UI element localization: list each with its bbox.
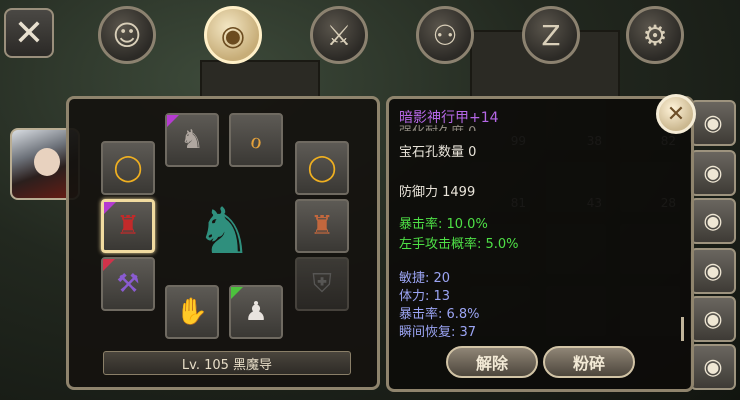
bag-icon: ◉ <box>703 160 723 186</box>
item-stat-cut: 强化耐久度 0 <box>399 121 476 131</box>
gear-icon: ⚙ <box>642 18 668 52</box>
helmet-icon: ♞ <box>180 125 204 155</box>
tab-party[interactable]: ⚇ <box>416 6 474 64</box>
item-stat-line: 宝石孔数量 0 <box>399 145 477 160</box>
item-tooltip: 暗影神行甲+14 强化耐久度 0 宝石孔数量 0防御力 1499暴击率: 10.… <box>386 96 694 392</box>
bag-icon: ◉ <box>703 208 723 234</box>
tab-scroll[interactable]: Z <box>522 6 580 64</box>
inventory-tab[interactable]: ◉ <box>690 100 736 146</box>
gloves-icon: ✋ <box>175 297 209 327</box>
bag-icon: ◉ <box>703 306 723 332</box>
bag-icon: ◉ <box>703 354 723 380</box>
item-stat-line: 左手攻击概率: 5.0% <box>399 237 519 252</box>
party-icon: ⚇ <box>432 18 458 52</box>
level-class-label: Lv. 105 黑魔导 <box>103 351 351 375</box>
item-stat-line: 暴击率: 10.0% <box>399 217 488 232</box>
unequip-button[interactable]: 解除 <box>446 346 538 378</box>
weapon-slot[interactable]: ⚒ <box>101 257 155 311</box>
tooltip-scrollbar[interactable] <box>681 317 684 341</box>
rarity-corner <box>103 259 115 271</box>
background-building <box>200 60 320 100</box>
cloak-icon: ♜ <box>310 211 334 241</box>
boots-slot[interactable]: ♟ <box>229 285 283 339</box>
ring-left-icon: ◯ <box>113 153 143 183</box>
tab-hero-head[interactable]: ☺ <box>98 6 156 64</box>
ring-left-slot[interactable]: ◯ <box>101 141 155 195</box>
shield-slot[interactable]: ⛨ <box>295 257 349 311</box>
rarity-corner <box>104 202 116 214</box>
rarity-corner <box>231 287 243 299</box>
item-stat-line: 防御力 1499 <box>399 185 476 200</box>
scroll-icon: Z <box>541 18 561 52</box>
hero-face <box>34 148 60 176</box>
sword-icon: ⚔ <box>326 18 352 52</box>
close-icon: ✕ <box>13 12 45 54</box>
bag-icon: ◉ <box>703 258 723 284</box>
equipment-panel: ◯ ♜ ⚒ ♞ ℴ ✋ ♟ ◯ ♜ ⛨ ♞ Lv. 105 黑魔导 <box>66 96 380 390</box>
helmet-slot[interactable]: ♞ <box>165 113 219 167</box>
inventory-tab[interactable]: ◉ <box>690 248 736 294</box>
item-stat-line: 暴击率: 6.8% <box>399 307 480 322</box>
bag-icon: ◉ <box>703 110 723 136</box>
smash-button[interactable]: 粉碎 <box>543 346 635 378</box>
necklace-icon: ℴ <box>249 125 262 155</box>
inventory-tab[interactable]: ◉ <box>690 150 736 196</box>
item-stat-line: 体力: 13 <box>399 289 451 304</box>
bag-icon: ◉ <box>220 18 246 52</box>
inventory-tab[interactable]: ◉ <box>690 198 736 244</box>
character-model: ♞ <box>195 195 253 269</box>
cloak-slot[interactable]: ♜ <box>295 199 349 253</box>
inventory-tab[interactable]: ◉ <box>690 344 736 390</box>
gloves-slot[interactable]: ✋ <box>165 285 219 339</box>
armor-slot[interactable]: ♜ <box>101 199 155 253</box>
close-menu-button[interactable]: ✕ <box>4 8 54 58</box>
item-stat-line: 瞬间恢复: 37 <box>399 325 477 340</box>
weapon-icon: ⚒ <box>116 269 140 299</box>
ring-right-slot[interactable]: ◯ <box>295 141 349 195</box>
tab-bag[interactable]: ◉ <box>204 6 262 64</box>
rarity-corner <box>167 115 179 127</box>
boots-icon: ♟ <box>244 297 268 327</box>
tab-gear[interactable]: ⚙ <box>626 6 684 64</box>
tooltip-close-button[interactable]: ✕ <box>656 94 696 134</box>
ring-right-icon: ◯ <box>307 153 337 183</box>
tab-sword[interactable]: ⚔ <box>310 6 368 64</box>
item-stat-line: 敏捷: 20 <box>399 271 451 286</box>
shield-icon: ⛨ <box>312 268 332 299</box>
armor-icon: ♜ <box>116 211 140 241</box>
inventory-tab[interactable]: ◉ <box>690 296 736 342</box>
close-icon: ✕ <box>666 101 686 127</box>
hero-head-icon: ☺ <box>112 18 142 52</box>
necklace-slot[interactable]: ℴ <box>229 113 283 167</box>
